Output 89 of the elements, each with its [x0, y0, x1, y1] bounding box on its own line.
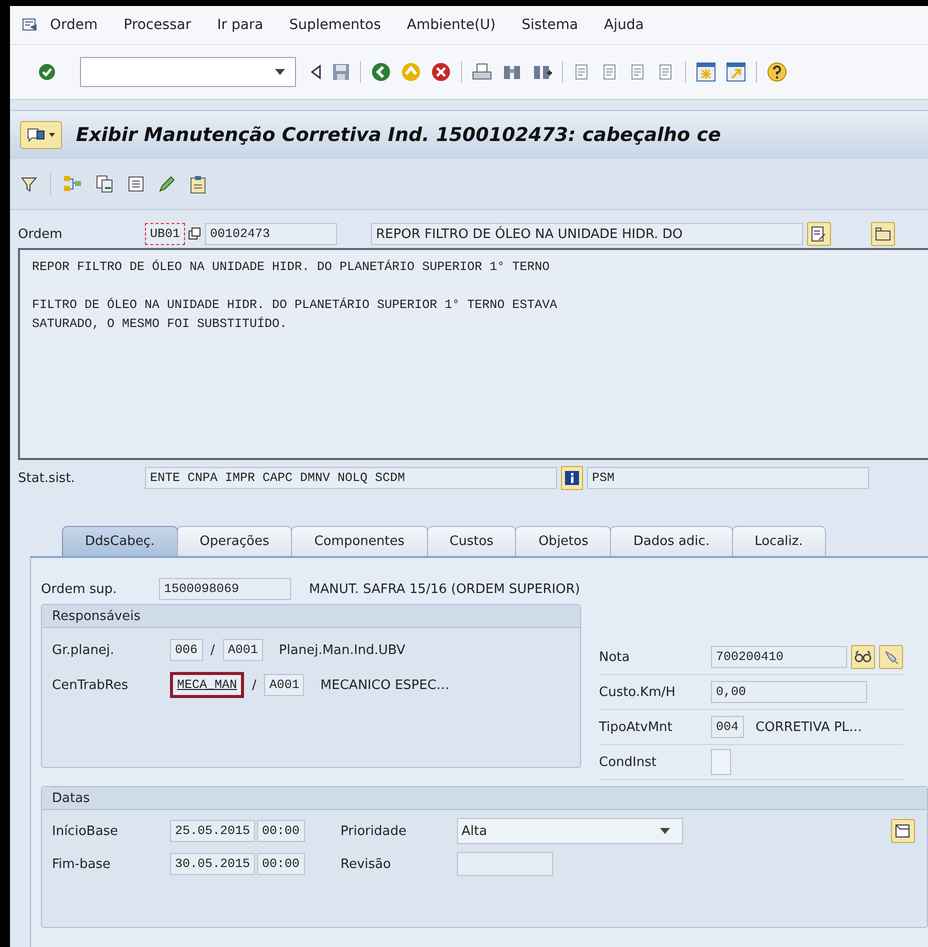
tab[interactable]: Operações: [176, 526, 292, 556]
caret-icon: [275, 69, 285, 75]
system-status-field[interactable]: ENTE CNPA IMPR CAPC DMNV NOLQ SCDM: [145, 467, 557, 489]
field-label: Prioridade: [340, 824, 408, 838]
cost-field[interactable]: 0,00: [711, 681, 867, 703]
glasses-icon: [854, 650, 872, 664]
clipboard-icon[interactable]: [189, 174, 207, 194]
field-label: TipoAtvMnt: [599, 720, 674, 734]
text-line: SATURADO, O MESMO FOI SUBSTITUÍDO.: [32, 316, 288, 333]
folder-icon: [875, 226, 892, 242]
field-label: Ordem: [18, 226, 64, 242]
tab[interactable]: DdsCabeç.: [62, 526, 178, 556]
folder-button[interactable]: [871, 222, 896, 246]
description-text: Planej.Man.Ind.UBV: [278, 642, 406, 658]
activity-type-field[interactable]: 004: [711, 716, 744, 738]
group-title: Responsáveis: [42, 605, 580, 628]
caret-icon: [660, 828, 670, 834]
menu-item[interactable]: Sistema: [522, 17, 578, 33]
order-type-field[interactable]: UB01: [145, 223, 186, 245]
copy-icon[interactable]: [188, 227, 202, 241]
pin-icon: [883, 649, 899, 665]
hierarchy-icon[interactable]: [63, 174, 83, 194]
document-pencil-icon: [811, 226, 828, 242]
time-field[interactable]: 00:00: [257, 820, 305, 842]
window-icon[interactable]: [696, 62, 716, 82]
code-field[interactable]: 006: [170, 639, 203, 661]
check-icon[interactable]: [38, 63, 56, 81]
activity-description: CORRETIVA PL…: [756, 720, 862, 734]
date-field[interactable]: 30.05.2015: [170, 853, 256, 875]
field-label: InícioBase: [52, 824, 120, 838]
menu-item[interactable]: Processar: [124, 17, 192, 33]
window-button[interactable]: [891, 819, 915, 843]
separator-slash: /: [210, 642, 215, 658]
notification-field[interactable]: 700200410: [711, 646, 847, 668]
field-label: Fim-base: [52, 856, 112, 872]
group-title: Datas: [42, 787, 927, 810]
pin-button[interactable]: [879, 645, 903, 669]
menu-item[interactable]: Ambiente(U): [406, 17, 496, 33]
installation-field[interactable]: [711, 749, 731, 775]
command-field[interactable]: [80, 57, 296, 87]
plant-field[interactable]: A001: [222, 639, 263, 661]
field-label: CenTrabRes: [52, 678, 130, 692]
back-icon[interactable]: [371, 62, 391, 82]
description-text: MECANICO ESPEC…: [320, 678, 450, 692]
glasses-button[interactable]: [851, 645, 875, 669]
description-field[interactable]: REPOR FILTRO DE ÓLEO NA UNIDADE HIDR. DO: [371, 223, 804, 245]
text-line: REPOR FILTRO DE ÓLEO NA UNIDADE HIDR. DO PLANETÁRIO SUPERIOR 1° TERNO: [32, 258, 551, 276]
time-field[interactable]: 00:00: [257, 853, 305, 875]
menu-icon[interactable]: [22, 18, 38, 32]
cancel-icon[interactable]: [431, 62, 451, 82]
save-icon[interactable]: [332, 63, 350, 81]
screen-title: Exibir Manutenção Corretiva Ind. 1500102473: cabeçalho ce: [76, 124, 721, 146]
code-field[interactable]: MECA_MAN: [170, 672, 244, 698]
caret-icon: [49, 133, 55, 137]
list-icon[interactable]: [127, 175, 145, 193]
long-text-area[interactable]: REPOR FILTRO DE ÓLEO NA UNIDADE HIDR. DO PLANETÁRIO SUPERIOR 1° TERNO FILTRO DE ÓLEO NA UNIDADE HIDR. DO PLANETÁRIO SUPERIOR 1° TERNO ESTAVA SATURADO, O MESMO FOI SUBSTITUÍDO.: [18, 248, 928, 460]
field-label: Revisão: [340, 856, 392, 872]
triangle-left-icon[interactable]: [310, 64, 322, 80]
info-button[interactable]: [561, 466, 583, 490]
field-label: Nota: [599, 650, 631, 664]
print-icon[interactable]: [472, 63, 492, 81]
field-label: Stat.sist.: [18, 470, 76, 486]
info-icon: [565, 471, 579, 485]
binoculars-plus-icon[interactable]: [532, 63, 552, 81]
field-label: Custo.Km/H: [599, 684, 676, 700]
order-number-field[interactable]: 00102473: [205, 223, 338, 245]
screen-menu-button[interactable]: [20, 121, 62, 149]
binoculars-icon[interactable]: [502, 63, 522, 81]
menu-item[interactable]: Suplementos: [289, 17, 381, 33]
window-icon: [895, 823, 911, 839]
field-label: Gr.planej.: [52, 642, 116, 658]
help-icon[interactable]: [767, 62, 787, 82]
separator-slash: /: [252, 678, 256, 692]
field-label: CondInst: [599, 754, 658, 770]
superior-order-field[interactable]: 1500098069: [159, 578, 291, 600]
copy-document-icon[interactable]: [95, 174, 115, 194]
order-description: MANUT. SAFRA 15/16 (ORDEM SUPERIOR): [309, 582, 580, 596]
revision-field[interactable]: [456, 852, 553, 876]
plant-field[interactable]: A001: [264, 674, 304, 696]
date-field[interactable]: 25.05.2015: [170, 820, 256, 842]
menu-item[interactable]: Ir para: [217, 17, 264, 33]
priority-dropdown[interactable]: Alta: [456, 818, 683, 844]
edit-text-button[interactable]: [807, 222, 832, 246]
text-line: FILTRO DE ÓLEO NA UNIDADE HIDR. DO PLANETÁRIO SUPERIOR 1° TERNO ESTAVA: [32, 296, 558, 314]
menu-item[interactable]: Ajuda: [604, 17, 644, 33]
tab[interactable]: Localiz.: [732, 526, 826, 556]
field-label: Ordem sup.: [41, 582, 118, 596]
menu-item[interactable]: Ordem: [50, 17, 98, 33]
user-status-field[interactable]: PSM: [587, 467, 869, 489]
